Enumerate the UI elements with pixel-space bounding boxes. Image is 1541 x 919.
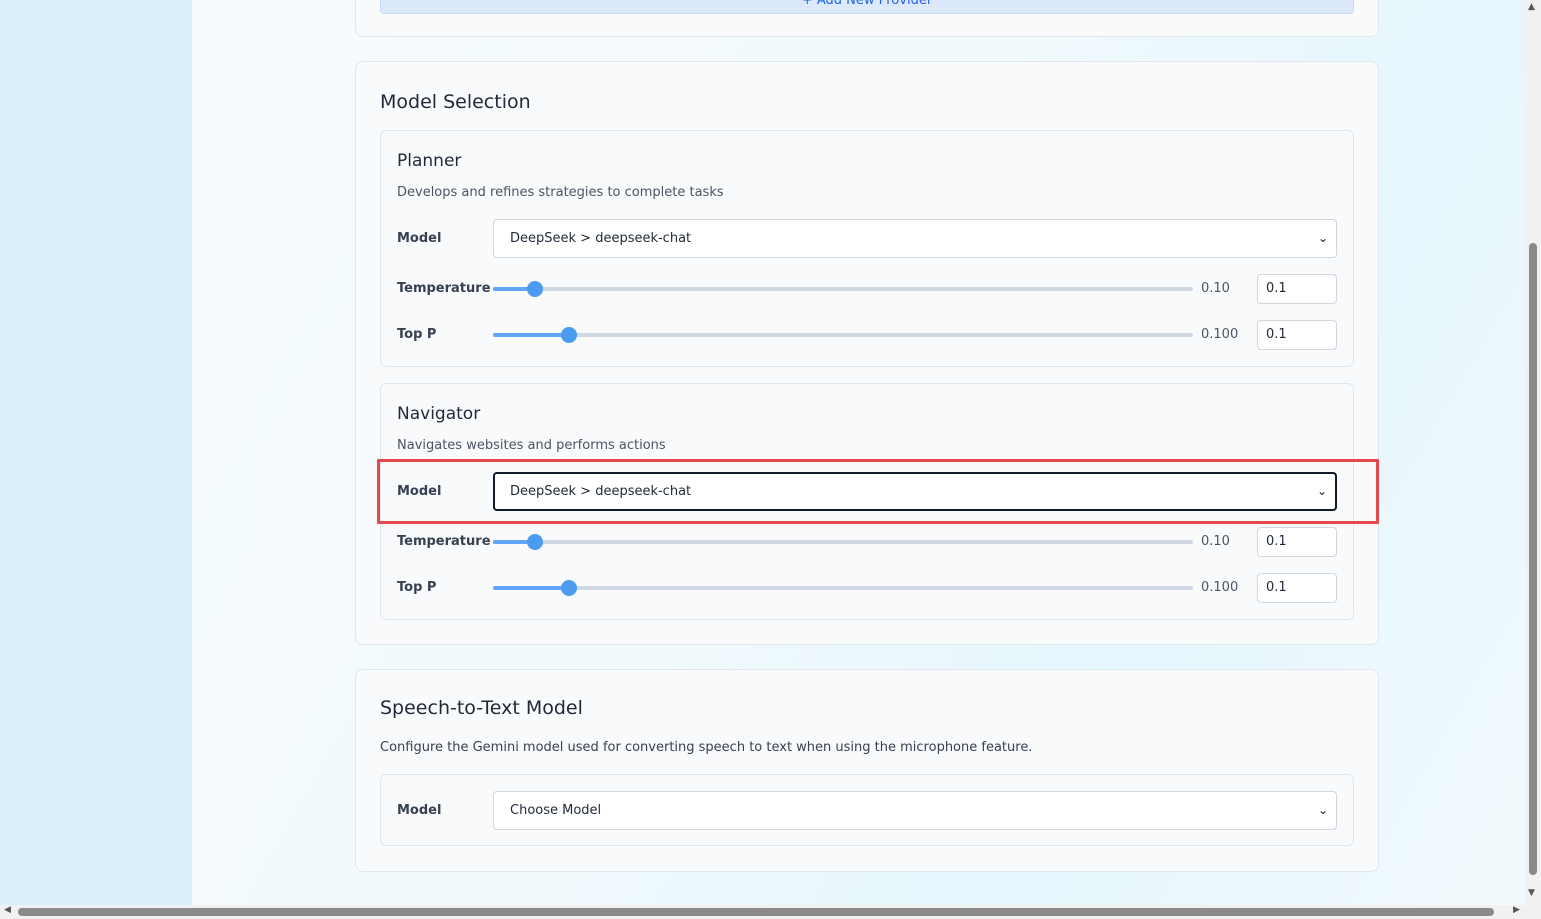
chevron-down-icon: ⌄ xyxy=(1316,484,1327,498)
navigator-section: Navigator Navigates websites and perform… xyxy=(380,383,1354,620)
planner-temperature-slider[interactable] xyxy=(493,281,1193,297)
speech-to-text-model-value: Choose Model xyxy=(510,803,602,818)
navigator-title: Navigator xyxy=(397,404,481,424)
navigator-top-p-value: 0.100 xyxy=(1201,580,1239,595)
navigator-temperature-slider[interactable] xyxy=(493,534,1193,550)
navigator-temperature-label: Temperature xyxy=(397,534,491,549)
navigator-description: Navigates websites and performs actions xyxy=(397,438,666,453)
sidebar xyxy=(0,0,192,905)
planner-section: Planner Develops and refines strategies … xyxy=(380,130,1354,367)
navigator-model-label: Model xyxy=(397,484,442,499)
slider-thumb[interactable] xyxy=(561,327,578,343)
planner-temperature-label: Temperature xyxy=(397,281,491,296)
planner-temperature-input[interactable]: 0.1 xyxy=(1257,274,1337,304)
navigator-model-value: DeepSeek > deepseek-chat xyxy=(510,484,692,499)
navigator-top-p-label: Top P xyxy=(397,580,437,595)
settings-main: + Add New Provider Model Selection Plann… xyxy=(192,0,1525,905)
providers-card: + Add New Provider xyxy=(355,0,1379,37)
scroll-up-arrow-icon[interactable]: ▲ xyxy=(1528,2,1535,12)
planner-description: Develops and refines strategies to compl… xyxy=(397,185,724,200)
planner-model-value: DeepSeek > deepseek-chat xyxy=(510,231,692,246)
chevron-down-icon: ⌄ xyxy=(1317,231,1328,245)
horizontal-scrollbar[interactable]: ◀ ▶ xyxy=(0,905,1541,919)
slider-thumb[interactable] xyxy=(527,534,543,550)
navigator-model-select[interactable]: DeepSeek > deepseek-chat ⌄ xyxy=(493,472,1337,511)
slider-thumb[interactable] xyxy=(561,580,578,596)
speech-to-text-model-label: Model xyxy=(397,803,442,818)
navigator-temperature-value: 0.10 xyxy=(1201,534,1230,549)
vertical-scrollbar[interactable]: ▲ ▼ xyxy=(1525,0,1541,905)
speech-to-text-model-row: Model Choose Model ⌄ xyxy=(380,774,1354,846)
speech-to-text-title: Speech-to-Text Model xyxy=(380,697,583,719)
slider-fill xyxy=(493,586,570,590)
scroll-right-arrow-icon[interactable]: ▶ xyxy=(1513,905,1520,915)
planner-model-select[interactable]: DeepSeek > deepseek-chat ⌄ xyxy=(493,219,1337,258)
speech-to-text-description: Configure the Gemini model used for conv… xyxy=(380,740,1033,755)
horizontal-scrollbar-thumb[interactable] xyxy=(18,908,1494,916)
speech-to-text-card: Speech-to-Text Model Configure the Gemin… xyxy=(355,669,1379,872)
slider-fill xyxy=(493,333,570,337)
navigator-top-p-input[interactable]: 0.1 xyxy=(1257,573,1337,603)
planner-model-label: Model xyxy=(397,231,442,246)
speech-to-text-model-select[interactable]: Choose Model ⌄ xyxy=(493,791,1337,830)
planner-top-p-value: 0.100 xyxy=(1201,327,1239,342)
scroll-down-arrow-icon[interactable]: ▼ xyxy=(1528,888,1535,898)
planner-temperature-value: 0.10 xyxy=(1201,281,1230,296)
navigator-temperature-input[interactable]: 0.1 xyxy=(1257,527,1337,557)
navigator-top-p-slider[interactable] xyxy=(493,580,1193,596)
slider-thumb[interactable] xyxy=(527,281,543,297)
planner-top-p-input[interactable]: 0.1 xyxy=(1257,320,1337,350)
planner-top-p-label: Top P xyxy=(397,327,437,342)
add-new-provider-button[interactable]: + Add New Provider xyxy=(380,0,1354,14)
scroll-left-arrow-icon[interactable]: ◀ xyxy=(4,905,11,915)
model-selection-title: Model Selection xyxy=(380,91,531,113)
planner-title: Planner xyxy=(397,151,462,171)
model-selection-card: Model Selection Planner Develops and ref… xyxy=(355,61,1379,645)
planner-top-p-slider[interactable] xyxy=(493,327,1193,343)
chevron-down-icon: ⌄ xyxy=(1317,803,1328,817)
vertical-scrollbar-thumb[interactable] xyxy=(1529,243,1537,875)
